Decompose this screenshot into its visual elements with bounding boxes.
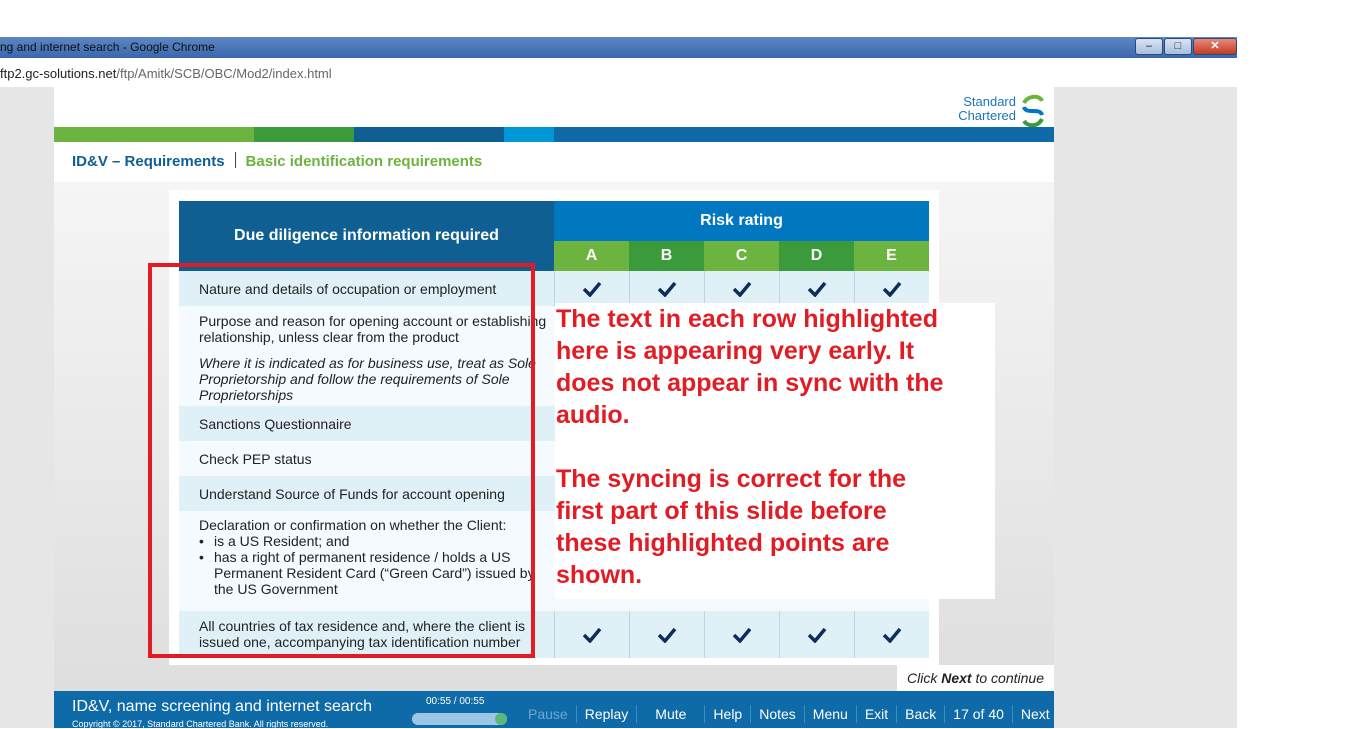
- browser-title-bar: ng and internet search - Google Chrome –…: [0, 37, 1237, 58]
- logo-line-1: Standard: [963, 94, 1016, 109]
- url-path: /ftp/Amitk/SCB/OBC/Mod2/index.html: [116, 66, 332, 81]
- check-icon: [554, 611, 629, 658]
- progress-knob[interactable]: [495, 713, 507, 725]
- annotation-line: shown.: [556, 561, 643, 589]
- rating-b-header: B: [629, 241, 704, 271]
- exit-button[interactable]: Exit: [855, 705, 896, 723]
- check-icon: [629, 271, 704, 306]
- minimize-button[interactable]: –: [1135, 38, 1163, 55]
- pause-button[interactable]: Pause: [520, 705, 576, 723]
- highlight-box: [148, 263, 535, 658]
- bar-segment-lightblue: [504, 127, 554, 142]
- continue-prompt: Click Next to continue: [897, 665, 1054, 691]
- breadcrumb-section: ID&V – Requirements: [72, 153, 225, 170]
- annotation-line: does not appear in sync with the: [556, 369, 944, 397]
- due-diligence-header: Due diligence information required: [179, 201, 554, 271]
- annotation-line: The text in each row highlighted: [556, 305, 938, 333]
- menu-button[interactable]: Menu: [803, 705, 856, 723]
- replay-button[interactable]: Replay: [575, 705, 637, 723]
- check-icon: [779, 271, 854, 306]
- time-readout: 00:55 / 00:55: [426, 696, 485, 707]
- check-icon: [854, 271, 929, 306]
- next-button[interactable]: Next: [1011, 705, 1058, 723]
- rating-a-header: A: [554, 241, 629, 271]
- check-icon: [704, 611, 779, 658]
- rating-e-header: E: [854, 241, 929, 271]
- right-margin: [1237, 0, 1366, 728]
- breadcrumb-divider: [234, 152, 236, 168]
- check-icon: [629, 611, 704, 658]
- annotation-line: audio.: [556, 401, 630, 429]
- maximize-button[interactable]: □: [1164, 38, 1192, 55]
- logo-line-2: Chartered: [958, 108, 1016, 123]
- player-nav: Pause Replay Mute Help Notes Menu Exit B…: [520, 705, 1058, 723]
- bar-segment-navy: [354, 127, 504, 142]
- notes-button[interactable]: Notes: [750, 705, 804, 723]
- logo-mark-icon: [1022, 94, 1044, 128]
- standard-chartered-logo: Standard Chartered: [949, 93, 1049, 128]
- close-window-button[interactable]: ✕: [1193, 38, 1237, 55]
- window-title: ng and internet search - Google Chrome: [0, 40, 215, 54]
- brand-color-bar: [54, 127, 1054, 142]
- check-icon: [779, 611, 854, 658]
- rating-c-header: C: [704, 241, 779, 271]
- url-host: ftp2.gc-solutions.net: [0, 66, 117, 81]
- risk-rating-header: Risk rating: [554, 201, 929, 241]
- rating-d-header: D: [779, 241, 854, 271]
- mute-button[interactable]: Mute: [636, 705, 704, 723]
- review-annotation: The text in each row highlighted here is…: [555, 303, 995, 599]
- bar-segment-blue: [554, 127, 1054, 142]
- check-icon: [554, 271, 629, 306]
- back-button[interactable]: Back: [896, 705, 944, 723]
- window-controls: – □ ✕: [1134, 37, 1237, 56]
- help-button[interactable]: Help: [704, 705, 750, 723]
- annotation-line: first part of this slide before: [556, 497, 887, 525]
- check-icon: [854, 611, 929, 658]
- progress-slider[interactable]: [412, 713, 507, 725]
- annotation-line: The syncing is correct for the: [556, 465, 907, 493]
- url-text[interactable]: ftp2.gc-solutions.net/ftp/Amitk/SCB/OBC/…: [0, 66, 332, 81]
- annotation-line: these highlighted points are: [556, 529, 890, 557]
- course-title: ID&V, name screening and internet search: [72, 698, 373, 715]
- bar-segment-green: [54, 127, 254, 142]
- bar-segment-darkgreen: [254, 127, 354, 142]
- breadcrumb-page: Basic identification requirements: [245, 153, 483, 170]
- address-bar[interactable]: ftp2.gc-solutions.net/ftp/Amitk/SCB/OBC/…: [0, 58, 1237, 88]
- check-icon: [704, 271, 779, 306]
- player-footer: ID&V, name screening and internet search…: [54, 691, 1054, 729]
- breadcrumb: ID&V – Requirements Basic identification …: [72, 152, 482, 170]
- annotation-line: here is appearing very early. It: [556, 337, 915, 365]
- progress-fill: [412, 713, 507, 725]
- page-counter: 17 of 40: [944, 705, 1012, 723]
